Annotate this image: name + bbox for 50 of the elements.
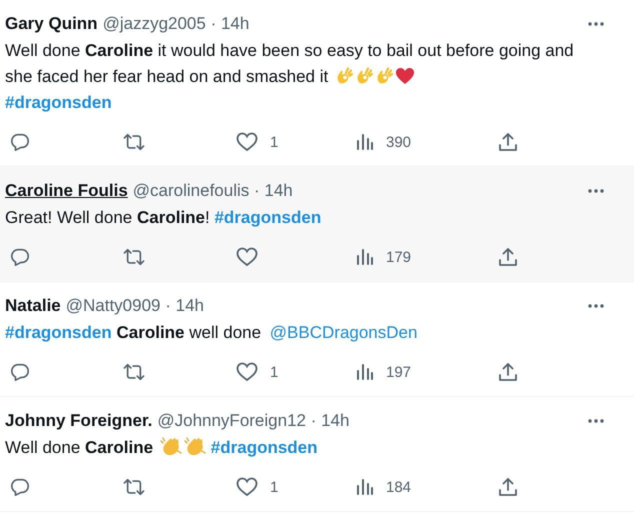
more-icon[interactable] [588,189,604,193]
repost-icon[interactable] [123,132,145,152]
tweet-text: Well done Caroline it would have been so easy to bail out before going and she faced her fear head on and smashed it #dragonsden [5,40,575,114]
repost-icon[interactable] [123,477,145,497]
view-count: 390 [386,134,412,150]
reply-icon[interactable] [10,477,30,497]
tweet-meta: @JohnnyForeign12 · 14h [157,411,350,431]
like-count: 1 [270,134,278,150]
tweet-text: #dragonsden Caroline well done @BBCDragonsDen [5,322,418,344]
more-icon[interactable] [588,304,604,308]
share-icon[interactable] [498,477,518,497]
like-count: 1 [270,364,278,380]
like-icon[interactable] [236,247,258,267]
tweet-text: Well done Caroline #dragonsden [5,435,319,459]
more-icon[interactable] [588,22,604,26]
view-count: 184 [386,478,412,496]
like-icon[interactable] [236,132,258,152]
views-icon[interactable] [356,248,374,266]
reply-icon[interactable] [10,132,30,152]
ok-hand-emoji-icon [374,67,393,85]
tweet-meta: @jazzyg2005 · 14h [102,14,250,34]
repost-icon[interactable] [123,247,145,267]
share-icon[interactable] [498,132,518,152]
views-icon[interactable] [356,478,374,496]
like-icon[interactable] [236,477,258,497]
clapping-hands-emoji-icon [184,436,206,456]
tweet-meta: @Natty0909 · 14h [66,296,205,316]
reply-icon[interactable] [10,362,30,382]
views-icon[interactable] [356,363,374,381]
heart-emoji-icon [394,67,415,85]
ok-hand-emoji-icon [354,67,373,85]
more-icon[interactable] [588,419,604,423]
like-icon[interactable] [236,362,258,382]
author-name[interactable]: Gary Quinn [5,14,98,34]
tweet-meta: @carolinefoulis · 14h [132,181,294,201]
share-icon[interactable] [498,247,518,267]
like-count: 1 [270,478,278,496]
author-name[interactable]: Caroline Foulis [5,181,128,201]
ok-hand-emoji-icon [334,67,353,85]
clapping-hands-emoji-icon [160,436,182,456]
view-count: 197 [386,364,412,380]
view-count: 179 [386,248,412,266]
repost-icon[interactable] [123,362,145,382]
views-icon[interactable] [356,133,374,151]
author-name[interactable]: Natalie [5,296,61,316]
reply-icon[interactable] [10,247,30,267]
share-icon[interactable] [498,362,518,382]
author-name[interactable]: Johnny Foreigner. [5,411,152,431]
tweet-text: Great! Well done Caroline! #dragonsden [5,207,322,229]
tweet-card[interactable]: Caroline Foulis @carolinefoulis · 14h Great! Well done Caroline! #dragonsden 179 [0,167,634,282]
